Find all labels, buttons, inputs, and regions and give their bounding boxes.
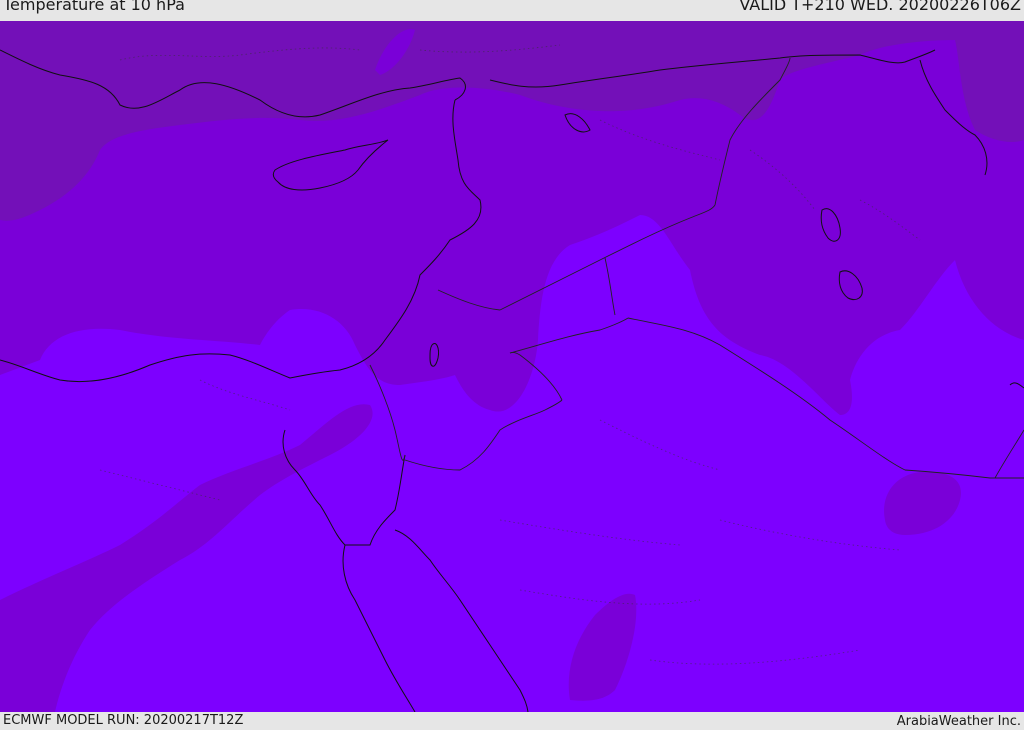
map-footer: ECMWF MODEL RUN: 20200217T12Z ArabiaWeat…: [0, 712, 1024, 729]
valid-time-label: VALID T+210 WED. 20200226T06Z: [739, 0, 1021, 14]
map-title: Temperature at 10 hPa: [3, 0, 185, 14]
model-run-label: ECMWF MODEL RUN: 20200217T12Z: [3, 713, 244, 728]
map-header: Temperature at 10 hPa VALID T+210 WED. 2…: [0, 0, 1024, 21]
credit-label: ArabiaWeather Inc.: [896, 714, 1021, 729]
temperature-map[interactable]: [0, 21, 1024, 712]
